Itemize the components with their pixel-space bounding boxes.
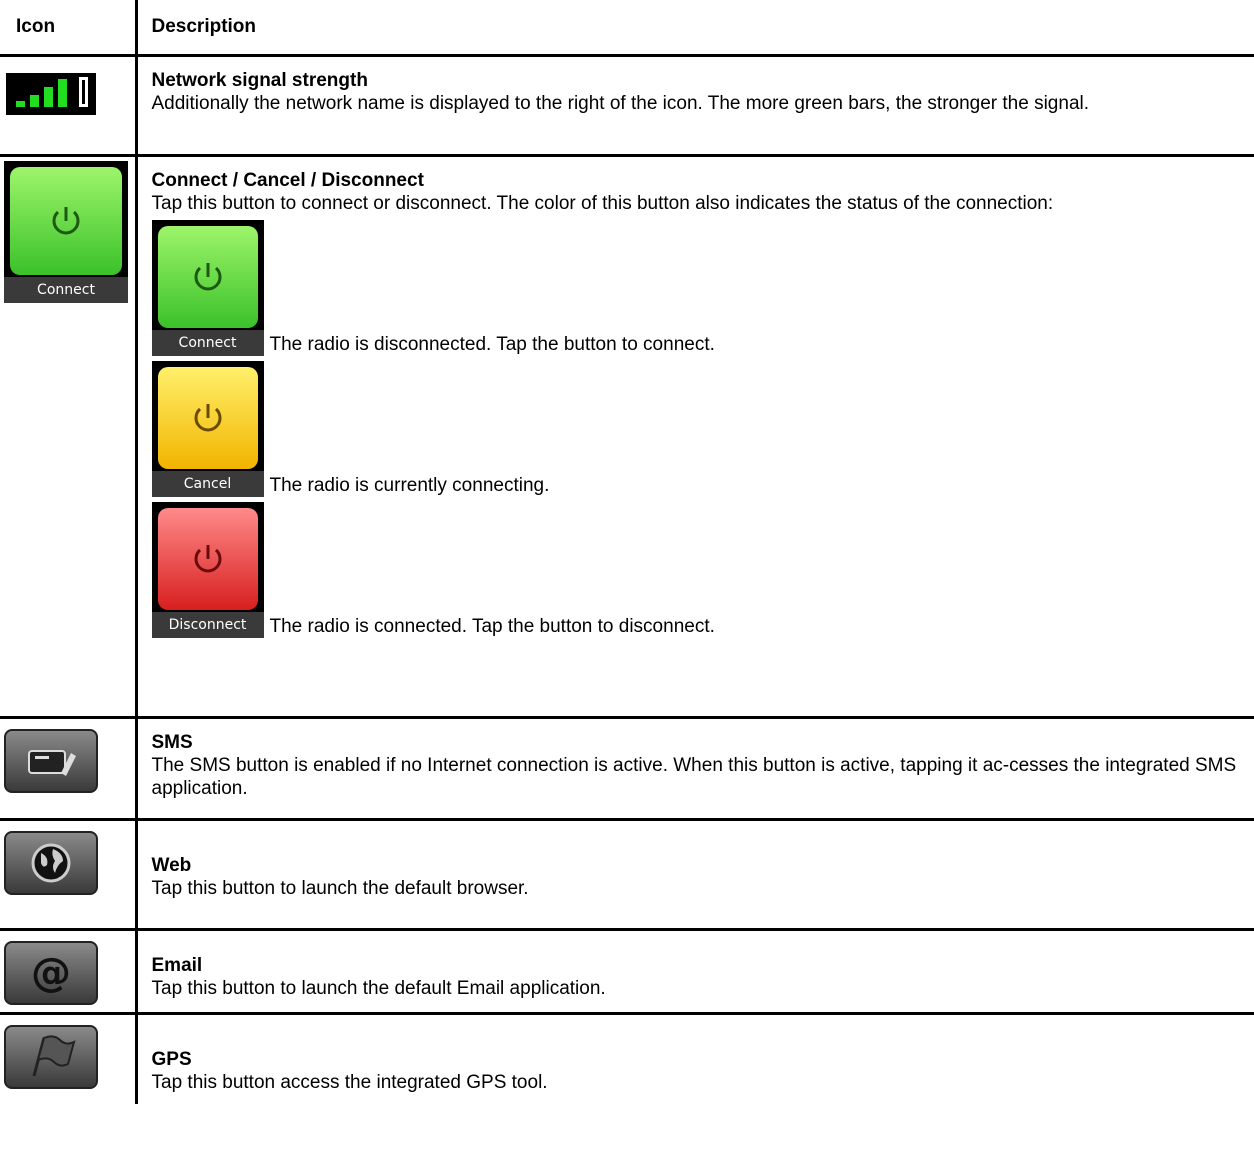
- table-row-email: @ Email Tap this button to launch the de…: [0, 929, 1254, 1015]
- icon-description-table: Icon Description Network signal strength…: [0, 0, 1254, 1104]
- power-icon: [194, 404, 221, 432]
- header-description: Description: [136, 0, 1254, 57]
- connect-state-icon: Connect: [151, 220, 264, 356]
- row-title-web: Web: [151, 855, 192, 876]
- row-title-email: Email: [151, 955, 203, 976]
- state-text: The radio is disconnected. Tap the butto…: [269, 334, 715, 355]
- state-label: Disconnect: [151, 612, 264, 638]
- row-title-sms: SMS: [151, 732, 193, 753]
- svg-text:@: @: [31, 950, 71, 996]
- globe-icon: [4, 831, 98, 895]
- row-body-signal: Additionally the network name is display…: [151, 93, 1090, 114]
- state-label: Connect: [151, 330, 264, 356]
- table-row-signal: Network signal strength Additionally the…: [0, 55, 1254, 157]
- table-row-web: Web Tap this button to launch the defaul…: [0, 819, 1254, 931]
- state-connect: Connect The radio is disconnected. Tap t…: [151, 220, 1241, 356]
- header-icon: Icon: [0, 0, 138, 57]
- power-icon: [52, 207, 80, 235]
- row-title-signal: Network signal strength: [151, 70, 368, 91]
- table-row-sms: SMS The SMS button is enabled if no Inte…: [0, 717, 1254, 821]
- at-sign-icon: @: [4, 941, 98, 1005]
- state-cancel: Cancel The radio is currently connecting…: [151, 361, 1241, 497]
- row-body-email: Tap this button to launch the default Em…: [151, 978, 606, 999]
- connect-icon-label: Connect: [4, 277, 128, 303]
- state-label: Cancel: [151, 471, 264, 497]
- state-text: The radio is connected. Tap the button t…: [269, 616, 715, 637]
- cancel-state-icon: Cancel: [151, 361, 264, 497]
- table-row-connect: Connect Connect / Cancel / Disconnect Ta…: [0, 155, 1254, 719]
- sms-icon: [4, 729, 98, 793]
- row-body-connect: Tap this button to connect or disconnect…: [151, 193, 1054, 214]
- state-disconnect: Disconnect The radio is connected. Tap t…: [151, 502, 1241, 638]
- signal-strength-icon: [6, 73, 96, 115]
- disconnect-state-icon: Disconnect: [151, 502, 264, 638]
- row-body-gps: Tap this button access the integrated GP…: [151, 1072, 548, 1093]
- row-body-web: Tap this button to launch the default br…: [151, 878, 529, 899]
- power-icon: [194, 263, 221, 291]
- row-body-sms: The SMS button is enabled if no Internet…: [151, 755, 1237, 799]
- state-text: The radio is currently connecting.: [269, 475, 550, 496]
- row-title-connect: Connect / Cancel / Disconnect: [151, 170, 424, 191]
- power-icon: [194, 545, 221, 573]
- row-title-gps: GPS: [151, 1049, 192, 1070]
- table-row-gps: GPS Tap this button access the integrate…: [0, 1013, 1254, 1104]
- connect-button-icon: Connect: [4, 161, 128, 303]
- flag-icon: [4, 1025, 98, 1089]
- table-header-row: Icon Description: [0, 0, 1254, 57]
